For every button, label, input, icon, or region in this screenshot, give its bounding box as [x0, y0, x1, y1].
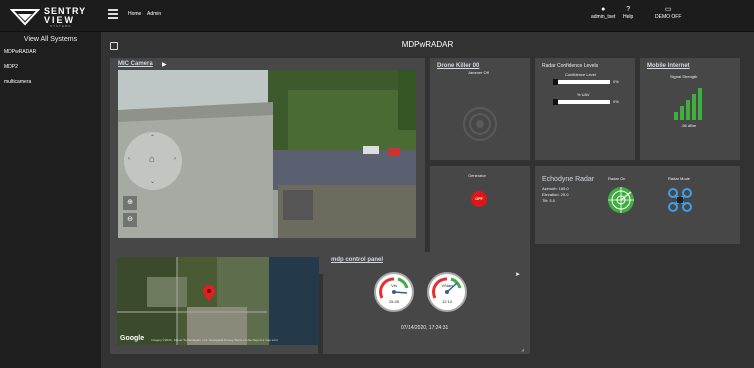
control-panel-title[interactable]: mdp control panel	[331, 257, 383, 263]
zoom-in-icon[interactable]: ⊕	[123, 196, 137, 210]
generator-title: Generator	[468, 173, 487, 178]
vin-gauge-label: Vin	[391, 283, 397, 288]
zoom-out-icon[interactable]: ⊖	[123, 213, 137, 227]
demo-toggle[interactable]: ▭ DEMO OFF	[655, 6, 681, 20]
radar-confidence-title: Radar Confidence Levels	[542, 63, 599, 69]
mobile-internet-card: Mobile Internet Signal Strength -56 dBm	[640, 58, 740, 160]
user-label: admin_tset	[591, 14, 616, 20]
nav-home-link[interactable]: Home	[128, 11, 141, 17]
page-title: MDPwRADAR	[401, 40, 454, 49]
sidebar-item-multicamera[interactable]: multicamera	[4, 79, 31, 85]
drone-mode-icon[interactable]	[668, 188, 692, 212]
signal-bars-icon	[674, 88, 702, 120]
sidebar: View All Systems MDPwRADAR MDP2 multicam…	[0, 32, 101, 368]
vin-gauge-dial	[379, 277, 409, 299]
radar-on-label: Radar On	[608, 176, 626, 181]
uav-percent-value: 0%	[613, 99, 619, 104]
map-attribution[interactable]: Imagery ©2020 , Maxar Technologies, U.S.…	[151, 338, 319, 342]
elevation-readout: Elevation: 25.0	[542, 192, 569, 197]
camera-feed[interactable]: ⌂ ⌃ ⌄ ‹ › ⊕ ⊖	[118, 70, 416, 238]
vstart-gauge: VStart 12.14	[427, 272, 467, 312]
signal-strength-label: Signal Strength	[670, 74, 698, 79]
radar-mode-label: Radar Mode	[668, 176, 691, 181]
map-image	[117, 257, 319, 345]
logo-mark-icon	[10, 9, 40, 26]
mobile-internet-title[interactable]: Mobile Internet	[647, 63, 690, 69]
help-menu[interactable]: ? Help	[623, 6, 633, 20]
demo-label: DEMO OFF	[655, 14, 682, 20]
pan-left-icon[interactable]: ‹	[128, 156, 130, 162]
pan-right-icon[interactable]: ›	[174, 156, 176, 162]
mouse-cursor-icon: ➤	[515, 272, 521, 278]
help-icon: ?	[626, 6, 631, 13]
sidebar-title[interactable]: View All Systems	[0, 36, 101, 43]
echodyne-title: Echodyne Radar	[542, 176, 595, 183]
pan-up-icon[interactable]: ⌃	[150, 134, 155, 141]
generator-off-button[interactable]: OFF	[471, 191, 487, 207]
play-icon[interactable]: ▶	[162, 61, 167, 68]
vstart-gauge-value: 12.14	[441, 299, 452, 304]
camera-card: MIC Camera ▶ ⌂ ⌃ ⌄ ‹ › ⊕ ⊖	[110, 58, 425, 274]
map-pin-icon[interactable]	[203, 285, 215, 301]
jammer-status: Jammer Off	[468, 70, 489, 75]
confidence-level-value: 0%	[613, 79, 619, 84]
confidence-level-bar	[558, 80, 610, 84]
logo-text-line3: SYSTEMS	[50, 24, 72, 28]
vin-gauge: Vin 25.45	[374, 272, 414, 312]
google-logo: Google	[120, 335, 145, 342]
pan-down-icon[interactable]: ⌄	[150, 178, 155, 185]
ptz-joystick[interactable]: ⌂ ⌃ ⌄ ‹ ›	[124, 132, 182, 190]
control-timestamp: 07/14/2020, 17:24:31	[401, 325, 449, 331]
nav-admin-link[interactable]: Admin	[147, 11, 161, 17]
drone-killer-title[interactable]: Drone Killer 00	[437, 63, 479, 69]
uav-percent-label: % UAV	[577, 92, 590, 97]
echodyne-radar-card: Echodyne Radar Azimuth: 165.0 Elevation:…	[535, 166, 740, 244]
tilt-readout: Tilt: 5.0	[542, 198, 555, 203]
resize-handle-icon[interactable]: ◢	[521, 347, 524, 352]
azimuth-readout: Azimuth: 165.0	[542, 186, 569, 191]
radar-scope-icon[interactable]	[607, 186, 635, 214]
satellite-map[interactable]: Google Imagery ©2020 , Maxar Technologie…	[117, 257, 319, 345]
uav-percent-bar	[558, 100, 610, 104]
user-menu[interactable]: ● admin_tset	[591, 6, 615, 20]
vstart-gauge-label: VStart	[441, 283, 453, 288]
map-card: Google Imagery ©2020 , Maxar Technologie…	[110, 252, 319, 354]
monitor-icon: ▭	[664, 6, 672, 13]
control-panel-card: mdp control panel Vin 25.45 VStart 12.14…	[323, 252, 530, 354]
user-icon: ●	[601, 6, 606, 13]
sidebar-item-mdp2[interactable]: MDP2	[4, 64, 18, 70]
vin-gauge-value: 25.45	[388, 299, 399, 304]
signal-strength-value: -56 dBm	[681, 123, 697, 128]
radar-confidence-card: Radar Confidence Levels Confidence Level…	[535, 58, 635, 160]
vstart-gauge-dial	[432, 277, 462, 299]
top-bar: SENTRY VIEW SYSTEMS Home Admin ● admin_t…	[0, 0, 754, 32]
sentry-view-logo[interactable]: SENTRY VIEW SYSTEMS	[10, 4, 100, 28]
camera-title[interactable]: MIC Camera	[118, 61, 153, 67]
drone-killer-card: Drone Killer 00 Jammer Off	[430, 58, 530, 160]
home-icon[interactable]: ⌂	[149, 154, 155, 165]
jammer-icon[interactable]	[462, 106, 498, 142]
help-label: Help	[623, 14, 634, 20]
confidence-level-label: Confidence Level	[565, 72, 596, 77]
main-content: MDPwRADAR MIC Camera ▶ ⌂ ⌃ ⌄ ‹ › ⊕ ⊖ Dro…	[101, 32, 754, 368]
sidebar-item-mdpwradar[interactable]: MDPwRADAR	[4, 49, 36, 55]
menu-icon[interactable]	[108, 9, 118, 19]
